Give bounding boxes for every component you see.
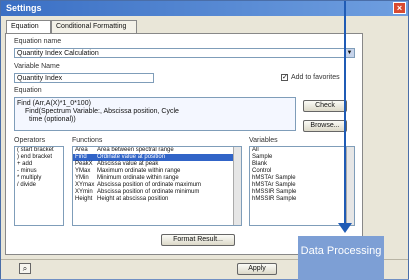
function-item[interactable]: PeakX Abscissa value at peak: [73, 161, 241, 168]
equation-label: Equation: [14, 87, 42, 94]
add-to-favorites-checkbox[interactable]: ✓: [281, 74, 288, 81]
functions-scrollbar[interactable]: [233, 147, 241, 225]
close-icon[interactable]: ×: [393, 2, 406, 14]
callout-arrow-head: [338, 223, 352, 233]
equation-line-2: Find(Spectrum Variable:, Abscissa positi…: [25, 108, 179, 115]
function-desc: Abscissa position of ordinate maximum: [97, 182, 202, 188]
equation-editor[interactable]: Find (Arr,A(X)*1_0*100) Find(Spectrum Va…: [14, 97, 296, 131]
operator-item[interactable]: * multiply: [15, 175, 63, 182]
function-desc: Area between spectral range: [97, 147, 174, 153]
variable-item[interactable]: hMSSIR Sample: [250, 189, 354, 196]
variable-item[interactable]: hMSSIR Sample: [250, 196, 354, 203]
function-item-selected[interactable]: Find Ordinate value at position: [73, 154, 241, 161]
browse-button[interactable]: Browse...: [303, 120, 347, 132]
function-desc: Abscissa value at peak: [97, 161, 159, 167]
function-item[interactable]: Area Area between spectral range: [73, 147, 241, 154]
variable-item[interactable]: Blank: [250, 161, 354, 168]
title-bar[interactable]: Settings ×: [1, 1, 408, 16]
function-item[interactable]: XYmax Abscissa position of ordinate maxim…: [73, 182, 241, 189]
tab-conditional-formatting[interactable]: Conditional Formatting: [51, 20, 137, 33]
function-item[interactable]: YMax Maximum ordinate within range: [73, 168, 241, 175]
tab-equation[interactable]: Equation: [6, 20, 51, 34]
variables-label: Variables: [249, 137, 278, 144]
function-name: Height: [75, 196, 93, 202]
function-desc: Abscissa position of ordinate minimum: [97, 189, 200, 195]
variable-item[interactable]: hMSTAr Sample: [250, 175, 354, 182]
apply-button[interactable]: Apply: [237, 263, 277, 275]
equation-line-3: time (optional)): [29, 116, 76, 123]
equation-line-1: Find (Arr,A(X)*1_0*100): [17, 100, 91, 107]
function-item[interactable]: XYmin Abscissa position of ordinate minim…: [73, 189, 241, 196]
window-title: Settings: [6, 3, 42, 13]
operators-label: Operators: [14, 137, 46, 144]
add-to-favorites-label: Add to favorites: [291, 74, 340, 81]
data-processing-callout: Data Processing: [298, 236, 384, 280]
check-button[interactable]: Check: [303, 100, 347, 112]
function-name: Find: [75, 154, 87, 160]
equation-name-dropdown[interactable]: Quantity Index Calculation ▼: [14, 48, 355, 58]
operator-item[interactable]: + add: [15, 161, 63, 168]
functions-label: Functions: [72, 137, 103, 144]
variable-item[interactable]: Control: [250, 168, 354, 175]
format-result-button[interactable]: Format Result...: [161, 234, 235, 246]
functions-list[interactable]: Area Area between spectral range Find Ordi…: [72, 146, 242, 226]
variable-item[interactable]: Sample: [250, 154, 354, 161]
function-desc: Height at abscissa position: [97, 196, 169, 202]
callout-arrow-line: [344, 1, 346, 226]
settings-window: Settings × Equation Conditional Formatti…: [0, 0, 409, 280]
function-desc: Ordinate value at position: [97, 154, 166, 160]
variable-name-field[interactable]: Quantity Index: [14, 73, 154, 83]
function-item[interactable]: YMin Minimum ordinate within range: [73, 175, 241, 182]
equation-panel: Equation name Quantity Index Calculation…: [5, 33, 363, 255]
operator-item[interactable]: ( start bracket: [15, 147, 63, 154]
operators-list[interactable]: ( start bracket ) end bracket + add - mi…: [14, 146, 64, 226]
operator-item[interactable]: ) end bracket: [15, 154, 63, 161]
function-desc: Maximum ordinate within range: [97, 168, 181, 174]
variable-item[interactable]: All: [250, 147, 354, 154]
operator-item[interactable]: - minus: [15, 168, 63, 175]
function-item[interactable]: Height Height at abscissa position: [73, 196, 241, 203]
operator-item[interactable]: / divide: [15, 182, 63, 189]
function-name: YMin: [75, 175, 89, 181]
function-desc: Minimum ordinate within range: [97, 175, 179, 181]
variables-list[interactable]: All Sample Blank Control hMSTAr Sample h…: [249, 146, 355, 226]
function-name: XYmax: [75, 182, 95, 188]
variable-item[interactable]: hMSTAr Sample: [250, 182, 354, 189]
function-name: PeakX: [75, 161, 93, 167]
function-name: YMax: [75, 168, 91, 174]
variable-name-label: Variable Name: [14, 63, 60, 70]
variables-scrollbar[interactable]: [346, 147, 354, 225]
equation-name-value: Quantity Index Calculation: [17, 50, 99, 57]
function-name: Area: [75, 147, 88, 153]
equation-name-label: Equation name: [14, 38, 62, 45]
function-name: XYmin: [75, 189, 93, 195]
help-icon[interactable]: ⌕: [19, 263, 31, 274]
